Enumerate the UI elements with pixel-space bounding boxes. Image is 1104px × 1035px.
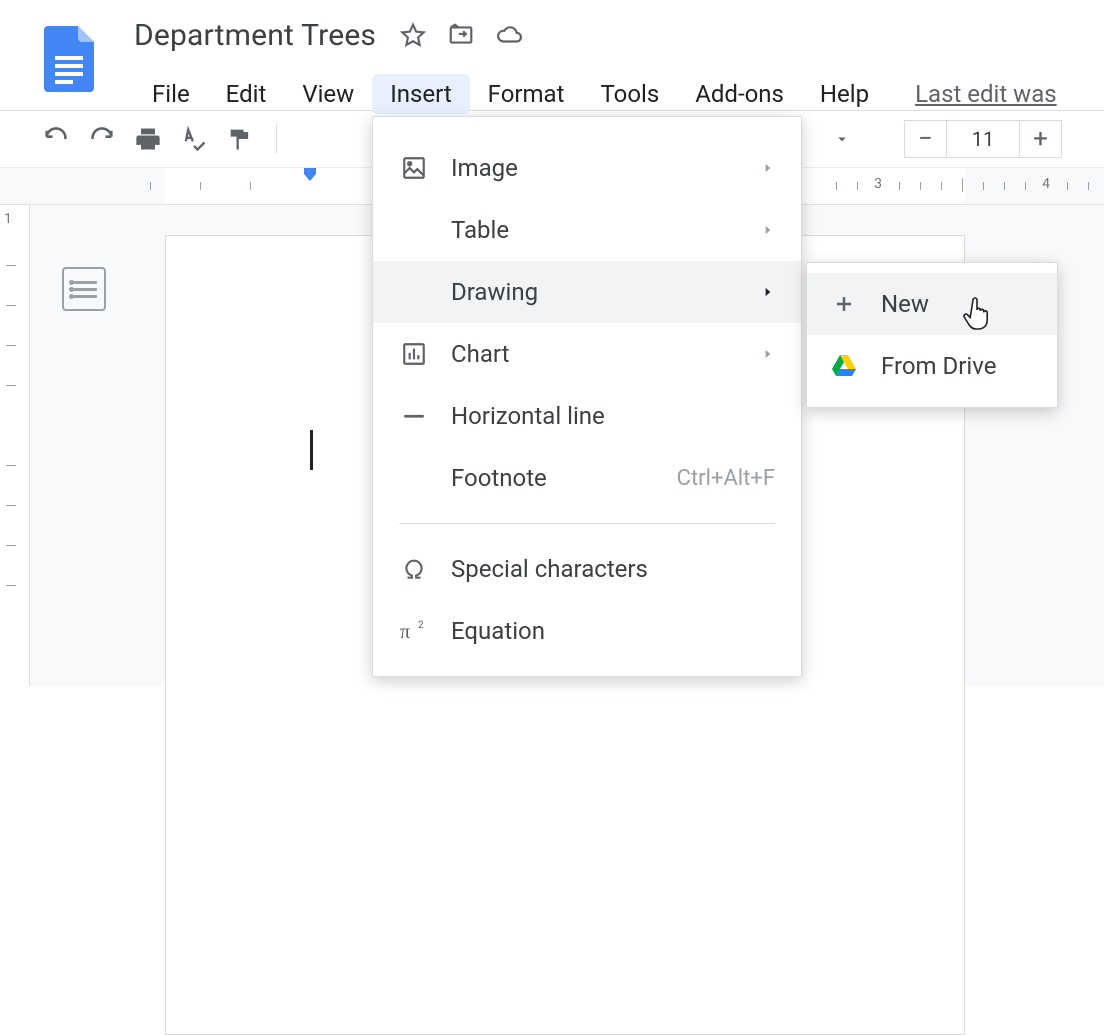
menu-item-label: Equation bbox=[451, 617, 545, 645]
font-size-decrease[interactable]: − bbox=[905, 121, 947, 157]
menu-item-label: Horizontal line bbox=[451, 402, 605, 430]
undo-icon[interactable] bbox=[42, 125, 70, 153]
last-edit-link[interactable]: Last edit was bbox=[915, 80, 1057, 108]
insert-equation-item[interactable]: π2 Equation bbox=[373, 600, 801, 662]
document-outline-icon[interactable] bbox=[62, 267, 106, 311]
print-icon[interactable] bbox=[134, 125, 162, 153]
insert-drawing-item[interactable]: Drawing bbox=[373, 261, 801, 323]
drive-icon bbox=[829, 351, 859, 381]
submenu-arrow-icon bbox=[761, 285, 775, 299]
paint-format-icon[interactable] bbox=[226, 125, 254, 153]
menu-item-label: New bbox=[881, 290, 929, 318]
pi-icon: π2 bbox=[399, 616, 429, 646]
menu-edit[interactable]: Edit bbox=[208, 74, 285, 114]
menu-divider bbox=[399, 523, 775, 524]
menu-bar: File Edit View Insert Format Tools Add-o… bbox=[134, 74, 1057, 114]
insert-footnote-item[interactable]: Footnote Ctrl+Alt+F bbox=[373, 447, 801, 509]
menu-view[interactable]: View bbox=[284, 74, 372, 114]
hr-icon bbox=[399, 401, 429, 431]
submenu-arrow-icon bbox=[761, 223, 775, 237]
docs-logo-icon[interactable] bbox=[44, 26, 94, 92]
menu-shortcut: Ctrl+Alt+F bbox=[677, 466, 775, 491]
document-title[interactable]: Department Trees bbox=[134, 18, 376, 53]
insert-horizontal-line-item[interactable]: Horizontal line bbox=[373, 385, 801, 447]
drawing-submenu: New From Drive bbox=[806, 262, 1058, 408]
menu-insert[interactable]: Insert bbox=[372, 74, 469, 114]
star-icon[interactable] bbox=[400, 22, 426, 48]
menu-format[interactable]: Format bbox=[470, 74, 583, 114]
menu-item-label: Table bbox=[451, 216, 509, 244]
drawing-from-drive-item[interactable]: From Drive bbox=[807, 335, 1057, 397]
pointer-cursor-icon bbox=[962, 296, 992, 332]
plus-icon bbox=[829, 289, 859, 319]
insert-menu-dropdown: Image Table Drawing Chart Horizontal lin… bbox=[372, 116, 802, 677]
font-size-value[interactable]: 11 bbox=[947, 127, 1019, 151]
svg-text:2: 2 bbox=[418, 620, 424, 631]
menu-item-label: From Drive bbox=[881, 352, 996, 380]
menu-item-label: Drawing bbox=[451, 278, 538, 306]
svg-text:π: π bbox=[400, 621, 410, 643]
menu-item-label: Special characters bbox=[451, 555, 648, 583]
menu-tools[interactable]: Tools bbox=[582, 74, 677, 114]
title-bar: Department Trees File Edit View Insert F… bbox=[0, 0, 1104, 110]
image-icon bbox=[399, 153, 429, 183]
chart-icon bbox=[399, 339, 429, 369]
insert-image-item[interactable]: Image bbox=[373, 137, 801, 199]
font-size-control: − 11 + bbox=[904, 120, 1062, 158]
indent-marker-icon[interactable] bbox=[300, 168, 320, 188]
font-dropdown-caret-icon[interactable] bbox=[828, 125, 856, 153]
spellcheck-icon[interactable] bbox=[180, 125, 208, 153]
menu-file[interactable]: File bbox=[134, 74, 208, 114]
menu-item-label: Footnote bbox=[451, 464, 547, 492]
insert-special-characters-item[interactable]: Special characters bbox=[373, 538, 801, 600]
move-icon[interactable] bbox=[448, 22, 474, 48]
insert-table-item[interactable]: Table bbox=[373, 199, 801, 261]
menu-item-label: Chart bbox=[451, 340, 509, 368]
submenu-arrow-icon bbox=[761, 347, 775, 361]
insert-chart-item[interactable]: Chart bbox=[373, 323, 801, 385]
drawing-new-item[interactable]: New bbox=[807, 273, 1057, 335]
text-cursor bbox=[310, 430, 313, 470]
submenu-arrow-icon bbox=[761, 161, 775, 175]
toolbar-separator bbox=[276, 124, 277, 154]
vertical-ruler[interactable]: 1 bbox=[0, 205, 30, 686]
menu-item-label: Image bbox=[451, 154, 518, 182]
font-size-increase[interactable]: + bbox=[1019, 121, 1061, 157]
cloud-status-icon[interactable] bbox=[496, 22, 522, 48]
omega-icon bbox=[399, 554, 429, 584]
menu-help[interactable]: Help bbox=[802, 74, 887, 114]
menu-addons[interactable]: Add-ons bbox=[677, 74, 802, 114]
redo-icon[interactable] bbox=[88, 125, 116, 153]
